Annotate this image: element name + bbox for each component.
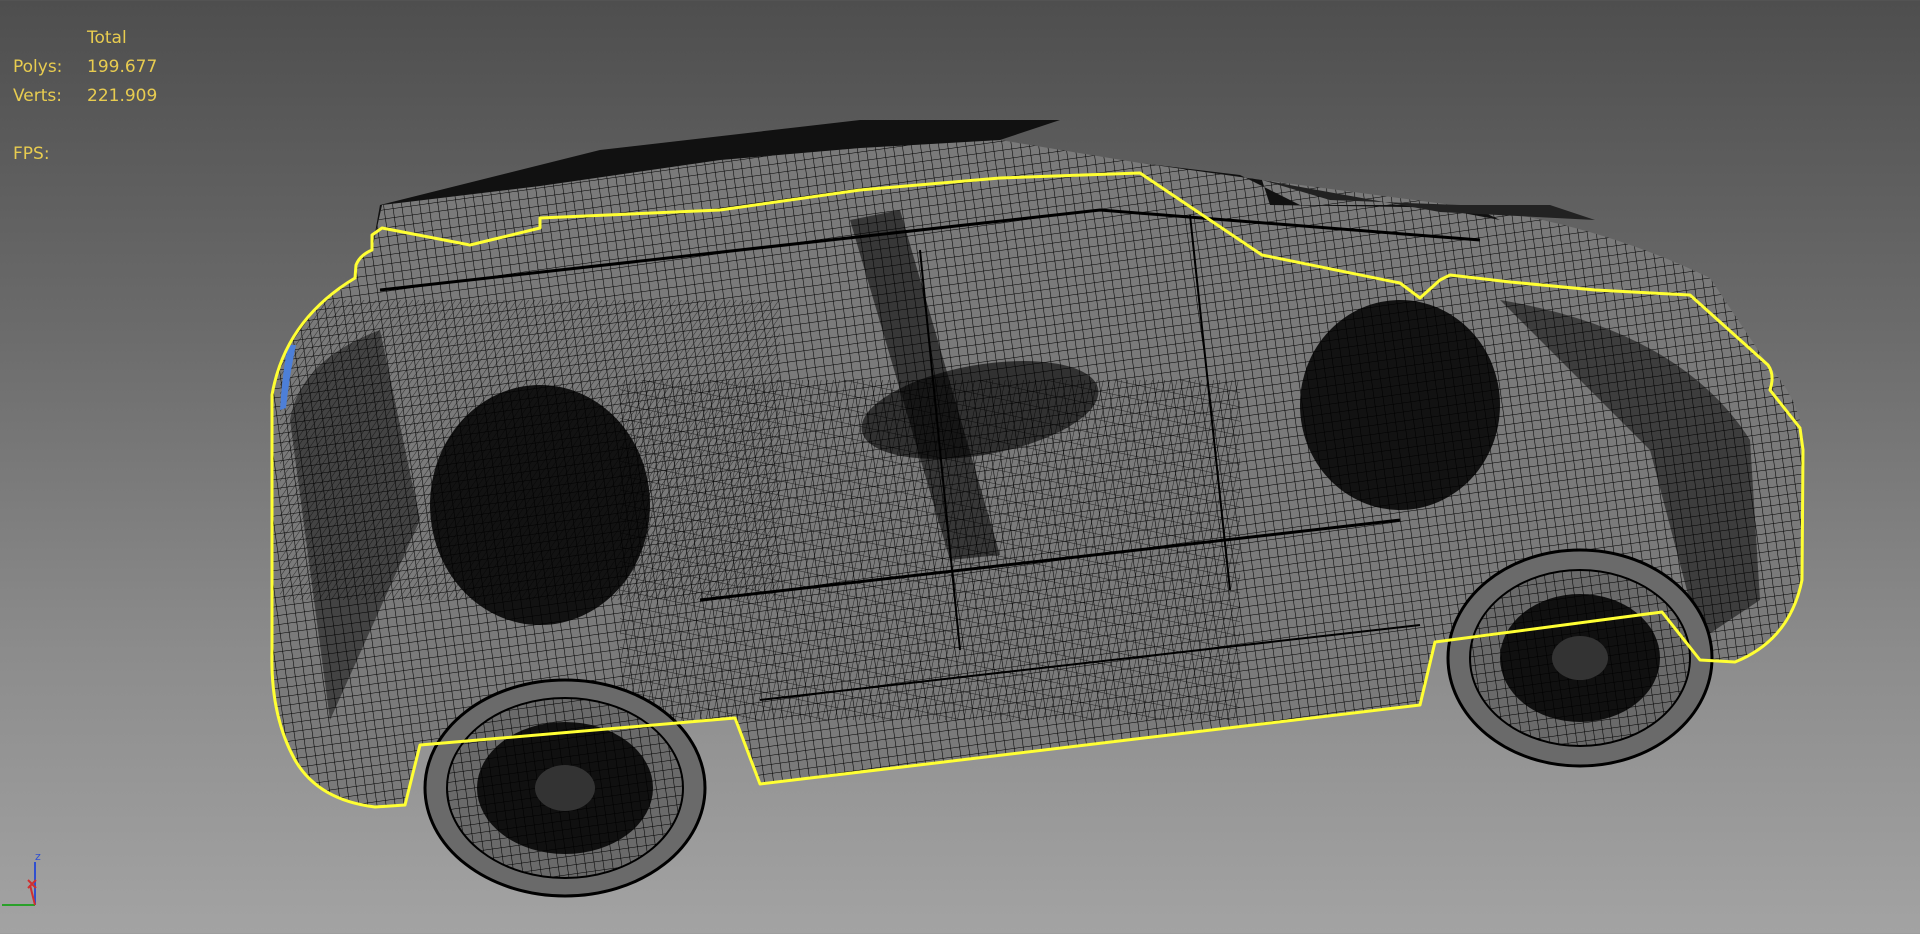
fps-row: FPS: — [13, 140, 157, 169]
fps-label: FPS: — [13, 144, 50, 164]
stats-header-row: Total — [13, 24, 157, 53]
verts-row: Verts: 221.909 — [13, 82, 157, 111]
axis-gizmo: z — [2, 850, 41, 906]
stats-overlay: Total Polys: 199.677 Verts: 221.909 FPS: — [13, 24, 157, 169]
verts-label: Verts: — [13, 86, 63, 106]
polys-row: Polys: 199.677 — [13, 53, 157, 82]
z-axis-label: z — [35, 850, 41, 863]
polys-value: 199.677 — [87, 57, 158, 77]
3d-viewport[interactable]: Total Polys: 199.677 Verts: 221.909 FPS: z — [0, 0, 1920, 934]
car-wireframe-model[interactable] — [0, 0, 1920, 934]
rear-wheel — [1446, 548, 1714, 768]
front-wheel — [423, 678, 707, 898]
stats-header: Total — [87, 28, 127, 48]
polys-label: Polys: — [13, 57, 63, 77]
verts-value: 221.909 — [87, 86, 158, 106]
